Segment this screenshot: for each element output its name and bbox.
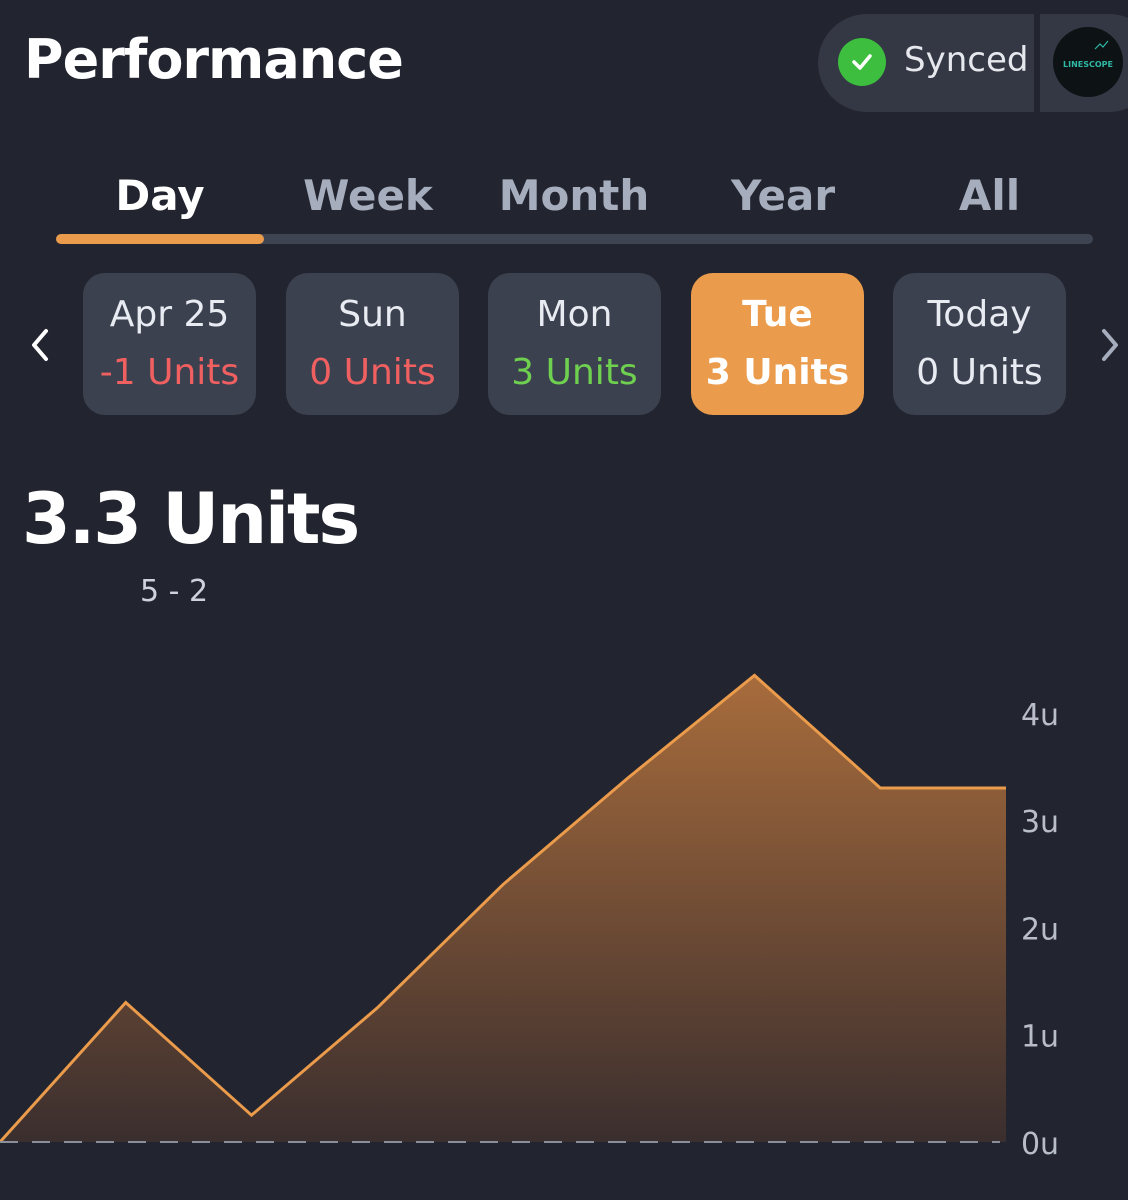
y-tick-label: 2u (1021, 912, 1059, 947)
day-card-tue[interactable]: Tue 3 Units (691, 273, 864, 415)
check-circle-icon (838, 38, 886, 86)
active-tab-indicator (56, 234, 264, 244)
day-card-name: Apr 25 (109, 294, 230, 335)
y-tick-label: 4u (1021, 698, 1059, 733)
chevron-right-icon (1102, 329, 1118, 361)
y-tick-label: 1u (1021, 1020, 1059, 1055)
tab-all[interactable]: All (886, 160, 1093, 230)
day-card-name: Tue (742, 294, 813, 335)
day-card-today[interactable]: Today 0 Units (893, 273, 1066, 415)
chevron-left-icon (32, 329, 48, 361)
day-card-units: -1 Units (99, 352, 240, 393)
day-card-name: Today (927, 294, 1032, 335)
day-card-name: Sun (338, 294, 407, 335)
day-card-units: 0 Units (309, 352, 436, 393)
win-loss-record: 5 - 2 (140, 574, 209, 609)
logo-text: LINESCOPE (1063, 60, 1113, 69)
day-card-units: 0 Units (916, 352, 1043, 393)
tab-year[interactable]: Year (678, 160, 888, 230)
avatar[interactable]: LINESCOPE (1053, 27, 1123, 97)
previous-days-button[interactable] (20, 320, 60, 370)
period-tabs: Day Week Month Year All (56, 160, 1093, 246)
y-tick-label: 0u (1021, 1127, 1059, 1162)
tab-day[interactable]: Day (56, 160, 264, 230)
logo-trend-mark (1094, 40, 1109, 50)
chart-area-fill (0, 675, 1006, 1142)
y-tick-label: 3u (1021, 805, 1059, 840)
tab-month[interactable]: Month (468, 160, 680, 230)
next-days-button[interactable] (1090, 320, 1128, 370)
day-card-apr-25[interactable]: Apr 25 -1 Units (83, 273, 256, 415)
day-card-mon[interactable]: Mon 3 Units (488, 273, 661, 415)
sync-status-label: Synced (904, 40, 1029, 80)
day-card-sun[interactable]: Sun 0 Units (286, 273, 459, 415)
page-title: Performance (24, 28, 404, 91)
day-card-units: 3 Units (511, 352, 638, 393)
total-units-value: 3.3 Units (22, 478, 360, 560)
pill-divider (1034, 14, 1040, 112)
units-area-chart: 0u 1u 2u 3u 4u (0, 673, 1059, 1162)
day-card-units: 3 Units (705, 352, 850, 393)
tab-week[interactable]: Week (264, 160, 472, 230)
day-card-name: Mon (536, 294, 613, 335)
